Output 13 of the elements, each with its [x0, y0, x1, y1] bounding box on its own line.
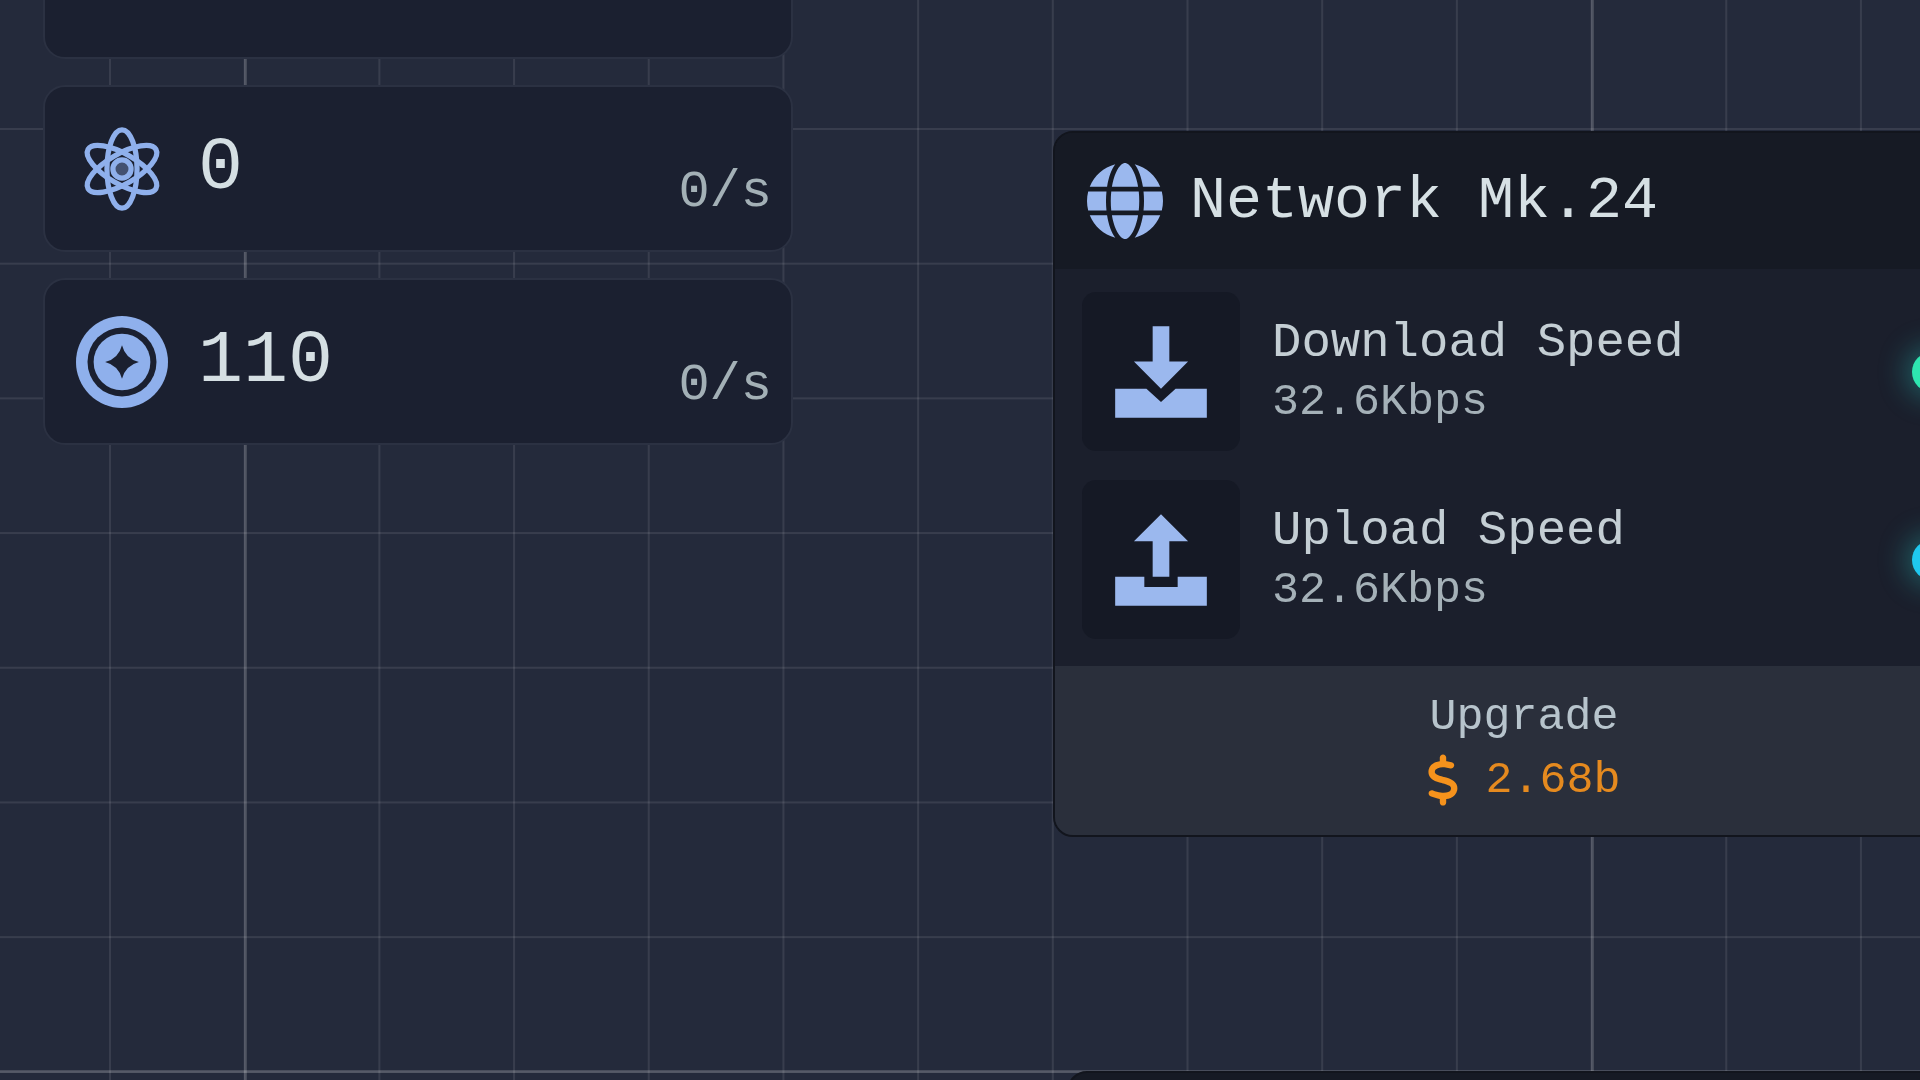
- card-title: Network Mk.24: [1190, 171, 1659, 231]
- upgrade-button[interactable]: Upgrade 2.68b: [1055, 666, 1920, 835]
- globe-icon: [1087, 163, 1163, 239]
- dollar-icon: [1427, 754, 1460, 806]
- stat-label: Download Speed: [1272, 318, 1684, 368]
- resource-amount: 110: [198, 324, 334, 399]
- resource-amount: 0: [198, 131, 243, 206]
- resource-rate: 0/s: [678, 167, 772, 219]
- stat-value: 32.6Kbps: [1272, 567, 1490, 613]
- stat-label: Upload Speed: [1272, 506, 1625, 556]
- resource-rate: 0/s: [678, 360, 772, 412]
- stat-value: 32.6Kbps: [1272, 379, 1490, 425]
- price-text: 2.68b: [1485, 757, 1621, 803]
